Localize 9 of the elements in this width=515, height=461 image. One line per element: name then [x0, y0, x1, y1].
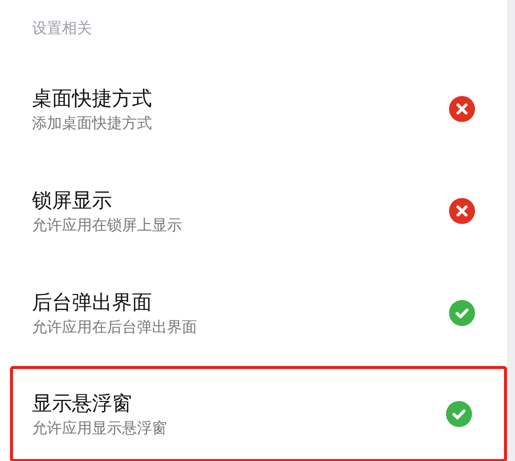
permission-title: 后台弹出界面 [32, 289, 153, 316]
permission-title: 桌面快捷方式 [32, 85, 153, 112]
permission-description: 添加桌面快捷方式 [32, 113, 153, 134]
permission-description: 允许应用在后台弹出界面 [32, 317, 198, 338]
permission-description: 允许应用显示悬浮窗 [32, 418, 168, 439]
permission-title: 显示悬浮窗 [32, 390, 133, 417]
permission-description: 允许应用在锁屏上显示 [32, 215, 183, 236]
permission-title: 锁屏显示 [32, 187, 113, 214]
section-title: 设置相关 [32, 18, 93, 39]
